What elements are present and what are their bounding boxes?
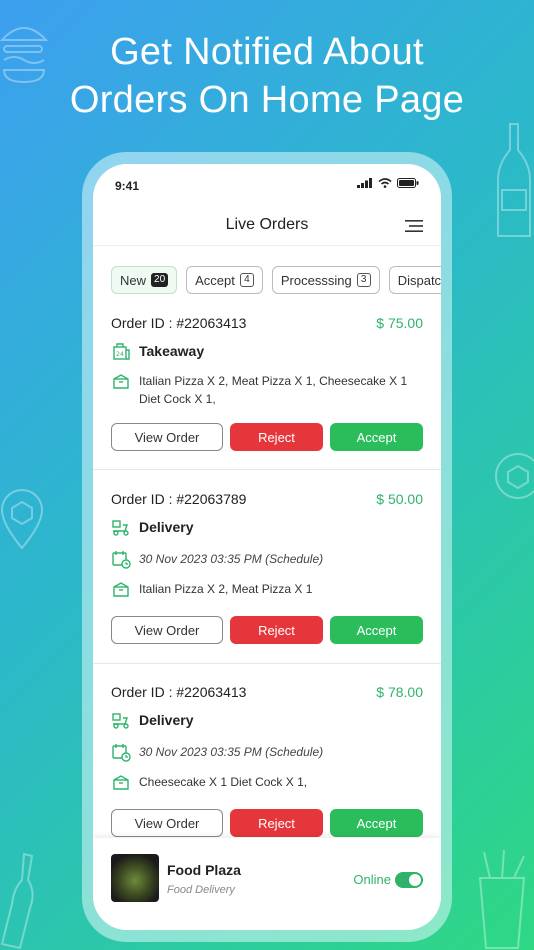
status-time: 9:41: [115, 179, 140, 193]
order-status-tabs: New 20 Accept 4 Processsing 3 Dispatch: [111, 266, 441, 296]
order-id-label: Order ID :: [111, 684, 173, 700]
online-toggle[interactable]: [395, 872, 423, 888]
tab-label: Processsing: [280, 272, 352, 288]
order-id-label: Order ID :: [111, 315, 173, 331]
restaurant-thumbnail: [111, 854, 159, 902]
reject-button[interactable]: Reject: [230, 616, 323, 644]
location-pin-doodle-icon-right: [495, 453, 534, 499]
order-items: Italian Pizza X 2, Meat Pizza X 1: [139, 582, 313, 596]
order-price: $ 78.00: [376, 684, 423, 700]
accept-button[interactable]: Accept: [330, 616, 423, 644]
order-id-label: Order ID :: [111, 491, 173, 507]
tab-label: New: [120, 272, 147, 288]
tab-count-badge: 4: [239, 273, 254, 287]
tab-accept[interactable]: Accept 4: [186, 266, 263, 294]
food-box-icon: [113, 582, 129, 597]
wifi-icon: [378, 178, 392, 188]
accept-button[interactable]: Accept: [330, 809, 423, 837]
scheduled-calendar-icon: [112, 551, 131, 569]
order-items: Italian Pizza X 2, Meat Pizza X 1, Chees…: [139, 374, 408, 406]
hamburger-menu-icon[interactable]: [405, 218, 423, 234]
order-price: $ 50.00: [376, 491, 423, 507]
food-box-icon: [113, 374, 129, 389]
restaurant-bar: Food Plaza Food Delivery Online: [93, 838, 441, 930]
order-card: Order ID : #22063789 $ 50.00 Delivery 30…: [93, 486, 441, 664]
order-schedule: 30 Nov 2023 03:35 PM (Schedule): [139, 552, 324, 566]
headline-line-2: Orders On Home Page: [69, 79, 465, 121]
delivery-scooter-icon: [112, 520, 129, 536]
view-order-button[interactable]: View Order: [111, 809, 223, 837]
tab-count-badge: 3: [356, 273, 371, 287]
order-id-number: #22063413: [176, 684, 247, 700]
tab-new[interactable]: New 20: [111, 266, 178, 294]
bottle-doodle-icon: [497, 123, 531, 237]
order-card: Order ID : #22063413 $ 75.00 24 Takeaway…: [93, 310, 441, 470]
view-order-button[interactable]: View Order: [111, 423, 223, 451]
tab-count-badge: 20: [151, 273, 169, 287]
food-box-icon: [113, 775, 129, 790]
order-card: Order ID : #22063413 $ 78.00 Delivery 30…: [93, 679, 441, 859]
bottle-bottom-left-doodle-icon: [0, 852, 34, 950]
page-title: Live Orders: [225, 216, 309, 233]
tab-label: Dispatch: [397, 272, 441, 288]
order-type: Delivery: [139, 519, 194, 535]
scheduled-calendar-icon: [112, 744, 131, 762]
order-type: Takeaway: [139, 343, 205, 359]
view-order-button[interactable]: View Order: [111, 616, 223, 644]
toggle-knob: [409, 874, 421, 886]
delivery-scooter-icon: [112, 713, 129, 729]
tab-dispatch[interactable]: Dispatch: [388, 266, 441, 294]
headline-line-1: Get Notified About: [110, 31, 424, 73]
order-id-number: #22063789: [176, 491, 247, 507]
order-id-number: #22063413: [176, 315, 247, 331]
order-items: Cheesecake X 1 Diet Cock X 1,: [139, 775, 308, 789]
order-type: Delivery: [139, 712, 194, 728]
promo-headline: Get Notified About Orders On Home Page: [0, 28, 534, 124]
online-status-label: Online: [353, 872, 391, 887]
accept-button[interactable]: Accept: [330, 423, 423, 451]
order-price: $ 75.00: [376, 315, 423, 331]
restaurant-subtitle: Food Delivery: [167, 884, 235, 896]
drink-bottom-right-doodle-icon: [478, 849, 526, 949]
takeaway-bag-icon: 24: [113, 343, 130, 360]
cellular-signal-icon: [357, 178, 372, 188]
location-pin-doodle-icon: [0, 489, 44, 550]
phone-screen: 9:41 Live Orders New 20 Accept 4 Process…: [93, 164, 441, 930]
tab-label: Accept: [195, 272, 235, 288]
app-header: Live Orders: [93, 208, 441, 246]
restaurant-name: Food Plaza: [167, 862, 241, 878]
tab-processing[interactable]: Processsing 3: [271, 266, 380, 294]
status-bar: 9:41: [93, 164, 441, 208]
burger-doodle-icon: [0, 27, 48, 84]
reject-button[interactable]: Reject: [230, 423, 323, 451]
svg-text:24: 24: [116, 351, 124, 358]
battery-icon: [397, 178, 419, 188]
reject-button[interactable]: Reject: [230, 809, 323, 837]
order-schedule: 30 Nov 2023 03:35 PM (Schedule): [139, 745, 324, 759]
